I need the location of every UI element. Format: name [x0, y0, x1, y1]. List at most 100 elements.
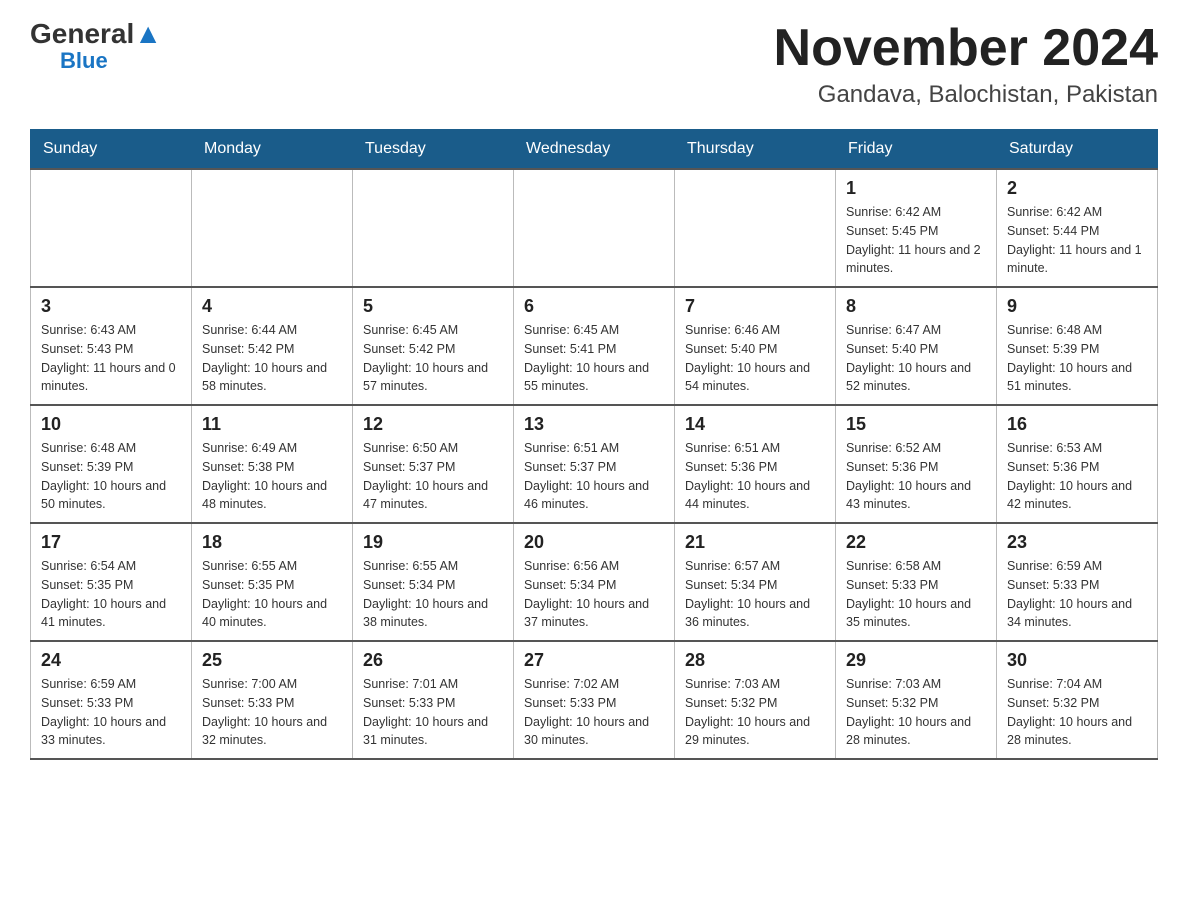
sun-info: Sunrise: 7:03 AMSunset: 5:32 PMDaylight:… [685, 675, 825, 750]
calendar-cell: 11 Sunrise: 6:49 AMSunset: 5:38 PMDayligh… [192, 405, 353, 523]
sun-info: Sunrise: 7:01 AMSunset: 5:33 PMDaylight:… [363, 675, 503, 750]
day-number: 29 [846, 650, 986, 671]
logo-blue-text: Blue [60, 48, 108, 74]
cell-content-day-9: 9Sunrise: 6:48 AMSunset: 5:39 PMDaylight… [1007, 296, 1147, 396]
column-header-friday: Friday [836, 130, 997, 170]
sun-info: Sunrise: 6:55 AMSunset: 5:35 PMDaylight:… [202, 557, 342, 632]
cell-content-day-24: 24Sunrise: 6:59 AMSunset: 5:33 PMDayligh… [41, 650, 181, 750]
cell-content-day-5: 5 Sunrise: 6:45 AMSunset: 5:42 PMDaylight… [363, 296, 503, 396]
calendar-cell [353, 169, 514, 287]
day-number: 6 [524, 296, 664, 317]
cell-content-day-3: 3Sunrise: 6:43 AMSunset: 5:43 PMDaylight… [41, 296, 181, 396]
calendar-cell: 10Sunrise: 6:48 AMSunset: 5:39 PMDayligh… [31, 405, 192, 523]
cell-content-day-6: 6Sunrise: 6:45 AMSunset: 5:41 PMDaylight… [524, 296, 664, 396]
sun-info: Sunrise: 6:58 AMSunset: 5:33 PMDaylight:… [846, 557, 986, 632]
day-number: 5 [363, 296, 503, 317]
column-header-sunday: Sunday [31, 130, 192, 170]
day-number: 30 [1007, 650, 1147, 671]
cell-content-day-28: 28 Sunrise: 7:03 AMSunset: 5:32 PMDayligh… [685, 650, 825, 750]
column-header-monday: Monday [192, 130, 353, 170]
calendar-cell: 4 Sunrise: 6:44 AMSunset: 5:42 PMDaylight… [192, 287, 353, 405]
sun-info: Sunrise: 6:47 AMSunset: 5:40 PMDaylight:… [846, 321, 986, 396]
logo-general-text: General▲ [30, 20, 162, 48]
calendar-cell: 22Sunrise: 6:58 AMSunset: 5:33 PMDayligh… [836, 523, 997, 641]
sun-info: Sunrise: 6:57 AMSunset: 5:34 PMDaylight:… [685, 557, 825, 632]
day-number: 23 [1007, 532, 1147, 553]
day-number: 9 [1007, 296, 1147, 317]
calendar-cell: 16 Sunrise: 6:53 AMSunset: 5:36 PMDayligh… [997, 405, 1158, 523]
sun-info: Sunrise: 7:00 AMSunset: 5:33 PMDaylight:… [202, 675, 342, 750]
calendar-table: SundayMondayTuesdayWednesdayThursdayFrid… [30, 129, 1158, 760]
sun-info: Sunrise: 6:54 AMSunset: 5:35 PMDaylight:… [41, 557, 181, 632]
sun-info: Sunrise: 6:53 AMSunset: 5:36 PMDaylight:… [1007, 439, 1147, 514]
calendar-cell: 21Sunrise: 6:57 AMSunset: 5:34 PMDayligh… [675, 523, 836, 641]
day-number: 2 [1007, 178, 1147, 199]
day-number: 16 [1007, 414, 1147, 435]
sun-info: Sunrise: 6:46 AMSunset: 5:40 PMDaylight:… [685, 321, 825, 396]
day-number: 12 [363, 414, 503, 435]
sun-info: Sunrise: 6:44 AMSunset: 5:42 PMDaylight:… [202, 321, 342, 396]
month-title: November 2024 [774, 20, 1158, 77]
calendar-cell: 18 Sunrise: 6:55 AMSunset: 5:35 PMDayligh… [192, 523, 353, 641]
cell-content-day-30: 30Sunrise: 7:04 AMSunset: 5:32 PMDayligh… [1007, 650, 1147, 750]
calendar-cell: 7 Sunrise: 6:46 AMSunset: 5:40 PMDaylight… [675, 287, 836, 405]
column-header-wednesday: Wednesday [514, 130, 675, 170]
cell-content-day-19: 19Sunrise: 6:55 AMSunset: 5:34 PMDayligh… [363, 532, 503, 632]
day-number: 14 [685, 414, 825, 435]
cell-content-day-20: 20Sunrise: 6:56 AMSunset: 5:34 PMDayligh… [524, 532, 664, 632]
calendar-cell: 6Sunrise: 6:45 AMSunset: 5:41 PMDaylight… [514, 287, 675, 405]
cell-content-day-17: 17Sunrise: 6:54 AMSunset: 5:35 PMDayligh… [41, 532, 181, 632]
sun-info: Sunrise: 6:49 AMSunset: 5:38 PMDaylight:… [202, 439, 342, 514]
calendar-cell: 2 Sunrise: 6:42 AMSunset: 5:44 PMDaylight… [997, 169, 1158, 287]
calendar-header-row: SundayMondayTuesdayWednesdayThursdayFrid… [31, 130, 1158, 170]
calendar-cell: 1 Sunrise: 6:42 AMSunset: 5:45 PMDaylight… [836, 169, 997, 287]
cell-content-day-10: 10Sunrise: 6:48 AMSunset: 5:39 PMDayligh… [41, 414, 181, 514]
calendar-week-4: 17Sunrise: 6:54 AMSunset: 5:35 PMDayligh… [31, 523, 1158, 641]
cell-content-day-21: 21Sunrise: 6:57 AMSunset: 5:34 PMDayligh… [685, 532, 825, 632]
cell-content-day-11: 11 Sunrise: 6:49 AMSunset: 5:38 PMDayligh… [202, 414, 342, 514]
calendar-cell: 13Sunrise: 6:51 AMSunset: 5:37 PMDayligh… [514, 405, 675, 523]
calendar-cell [514, 169, 675, 287]
column-header-saturday: Saturday [997, 130, 1158, 170]
calendar-cell: 5 Sunrise: 6:45 AMSunset: 5:42 PMDaylight… [353, 287, 514, 405]
cell-content-day-7: 7 Sunrise: 6:46 AMSunset: 5:40 PMDaylight… [685, 296, 825, 396]
day-number: 13 [524, 414, 664, 435]
sun-info: Sunrise: 7:02 AMSunset: 5:33 PMDaylight:… [524, 675, 664, 750]
day-number: 18 [202, 532, 342, 553]
cell-content-day-16: 16 Sunrise: 6:53 AMSunset: 5:36 PMDayligh… [1007, 414, 1147, 514]
calendar-cell: 15 Sunrise: 6:52 AMSunset: 5:36 PMDayligh… [836, 405, 997, 523]
logo: General▲ Blue [30, 20, 162, 74]
sun-info: Sunrise: 6:59 AMSunset: 5:33 PMDaylight:… [1007, 557, 1147, 632]
column-header-tuesday: Tuesday [353, 130, 514, 170]
calendar-cell [192, 169, 353, 287]
sun-info: Sunrise: 6:42 AMSunset: 5:45 PMDaylight:… [846, 203, 986, 278]
cell-content-day-14: 14Sunrise: 6:51 AMSunset: 5:36 PMDayligh… [685, 414, 825, 514]
sun-info: Sunrise: 6:52 AMSunset: 5:36 PMDaylight:… [846, 439, 986, 514]
location-subtitle: Gandava, Balochistan, Pakistan [774, 81, 1158, 109]
title-area: November 2024 Gandava, Balochistan, Paki… [774, 20, 1158, 109]
column-header-thursday: Thursday [675, 130, 836, 170]
sun-info: Sunrise: 6:42 AMSunset: 5:44 PMDaylight:… [1007, 203, 1147, 278]
calendar-cell: 23 Sunrise: 6:59 AMSunset: 5:33 PMDayligh… [997, 523, 1158, 641]
sun-info: Sunrise: 7:03 AMSunset: 5:32 PMDaylight:… [846, 675, 986, 750]
cell-content-day-23: 23 Sunrise: 6:59 AMSunset: 5:33 PMDayligh… [1007, 532, 1147, 632]
calendar-cell: 24Sunrise: 6:59 AMSunset: 5:33 PMDayligh… [31, 641, 192, 759]
calendar-cell [31, 169, 192, 287]
sun-info: Sunrise: 6:43 AMSunset: 5:43 PMDaylight:… [41, 321, 181, 396]
day-number: 15 [846, 414, 986, 435]
cell-content-day-8: 8Sunrise: 6:47 AMSunset: 5:40 PMDaylight… [846, 296, 986, 396]
day-number: 11 [202, 414, 342, 435]
calendar-cell: 27Sunrise: 7:02 AMSunset: 5:33 PMDayligh… [514, 641, 675, 759]
cell-content-day-13: 13Sunrise: 6:51 AMSunset: 5:37 PMDayligh… [524, 414, 664, 514]
cell-content-day-12: 12Sunrise: 6:50 AMSunset: 5:37 PMDayligh… [363, 414, 503, 514]
day-number: 1 [846, 178, 986, 199]
logo-triangle-icon: ▲ [134, 18, 162, 49]
calendar-week-3: 10Sunrise: 6:48 AMSunset: 5:39 PMDayligh… [31, 405, 1158, 523]
cell-content-day-4: 4 Sunrise: 6:44 AMSunset: 5:42 PMDaylight… [202, 296, 342, 396]
sun-info: Sunrise: 6:45 AMSunset: 5:42 PMDaylight:… [363, 321, 503, 396]
cell-content-day-1: 1 Sunrise: 6:42 AMSunset: 5:45 PMDaylight… [846, 178, 986, 278]
day-number: 28 [685, 650, 825, 671]
day-number: 4 [202, 296, 342, 317]
calendar-cell: 28 Sunrise: 7:03 AMSunset: 5:32 PMDayligh… [675, 641, 836, 759]
day-number: 7 [685, 296, 825, 317]
